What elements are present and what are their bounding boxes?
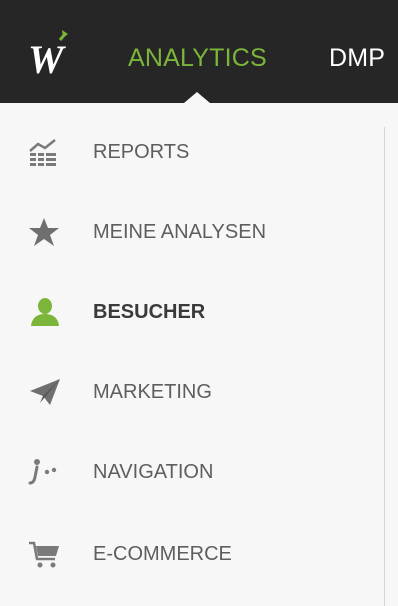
sidebar-item-reports[interactable]: REPORTS [0,122,380,182]
sidebar-item-label: NAVIGATION [93,461,214,483]
sidebar-item-meine-analysen[interactable]: MEINE ANALYSEN [0,202,380,262]
tab-analytics[interactable]: ANALYTICS [128,44,267,73]
logo-icon[interactable]: W [22,26,80,86]
top-navigation-bar: W ANALYTICS DMP [0,0,398,103]
active-tab-indicator [184,92,210,103]
sidebar-item-e-commerce[interactable]: E-COMMERCE [0,524,380,584]
tab-dmp[interactable]: DMP [329,44,385,73]
user-icon [28,297,62,327]
paper-plane-icon [28,377,62,407]
sidebar-item-label: E-COMMERCE [93,543,232,565]
sidebar-item-label: REPORTS [93,141,190,163]
cart-icon [28,539,62,569]
sidebar-item-label: MARKETING [93,381,212,403]
sidebar-item-label: BESUCHER [93,301,206,323]
sidebar-divider [384,127,385,606]
sidebar-item-besucher[interactable]: BESUCHER [0,282,380,342]
sidebar-item-marketing[interactable]: MARKETING [0,362,380,422]
sidebar-item-navigation[interactable]: NAVIGATION [0,442,380,502]
svg-text:W: W [28,37,66,82]
star-icon [28,217,62,247]
sidebar-item-label: MEINE ANALYSEN [93,221,267,243]
navigation-icon [28,457,62,487]
reports-icon [28,137,62,167]
